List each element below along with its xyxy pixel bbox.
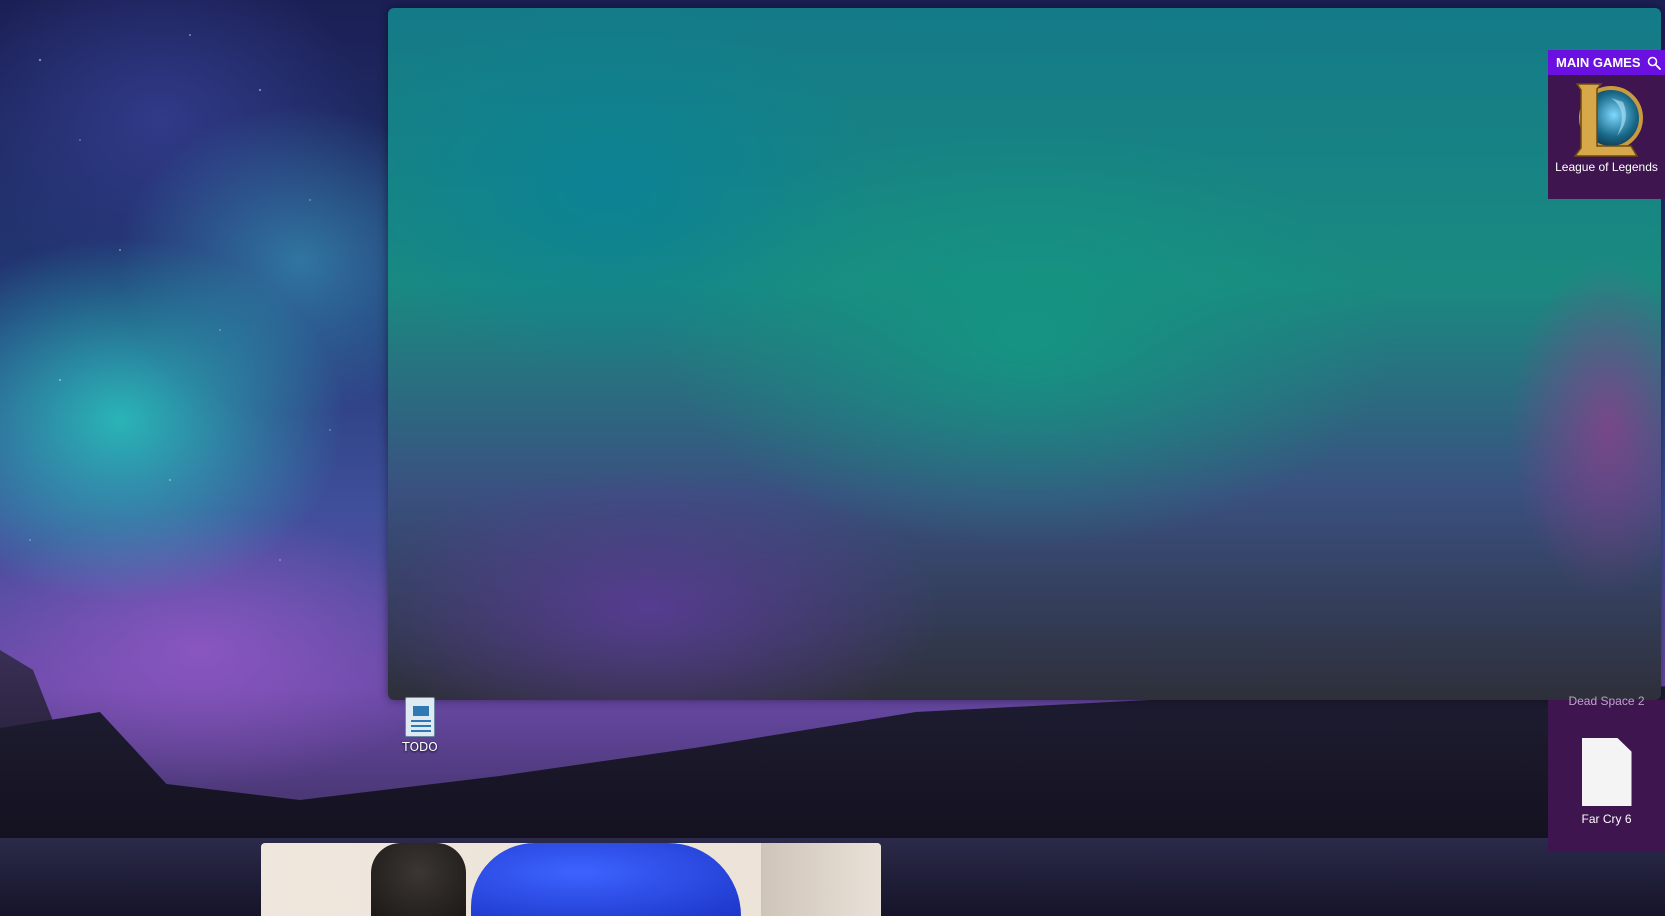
- games-fence-panel-lower: Dead Space 2 Far Cry 6: [1548, 694, 1665, 852]
- games-panel-header[interactable]: MAIN GAMES: [1548, 50, 1665, 75]
- media-preview-background: [761, 843, 881, 916]
- wallpaper-stars: [0, 0, 420, 700]
- game-tile-label: Far Cry 6: [1581, 812, 1632, 826]
- media-preview-dark-object: [371, 843, 466, 916]
- desktop-icon-todo[interactable]: TODO: [395, 697, 445, 754]
- game-tile-label-dead-space-2[interactable]: Dead Space 2: [1548, 694, 1665, 708]
- game-tile-far-cry-6[interactable]: Far Cry 6: [1548, 738, 1665, 826]
- blank-file-icon: [1581, 738, 1632, 806]
- game-tile-league-of-legends[interactable]: League of Legends: [1548, 75, 1665, 174]
- media-preview-blue-glove: [471, 843, 741, 916]
- search-icon[interactable]: [1647, 56, 1661, 70]
- games-fence-panel: MAIN GAMES League of Legends: [1548, 50, 1665, 199]
- games-panel-title: MAIN GAMES: [1556, 55, 1641, 70]
- wallpaper-hills: [0, 686, 1665, 840]
- document-icon: [405, 697, 435, 737]
- media-preview-thumbnail[interactable]: [261, 843, 881, 916]
- blurred-window[interactable]: [388, 8, 1661, 700]
- game-tile-label: League of Legends: [1555, 160, 1658, 174]
- desktop: TODO MAIN GAMES League of Legends Dead S…: [0, 0, 1665, 916]
- league-of-legends-logo: [1573, 83, 1643, 157]
- desktop-icon-label: TODO: [402, 740, 438, 754]
